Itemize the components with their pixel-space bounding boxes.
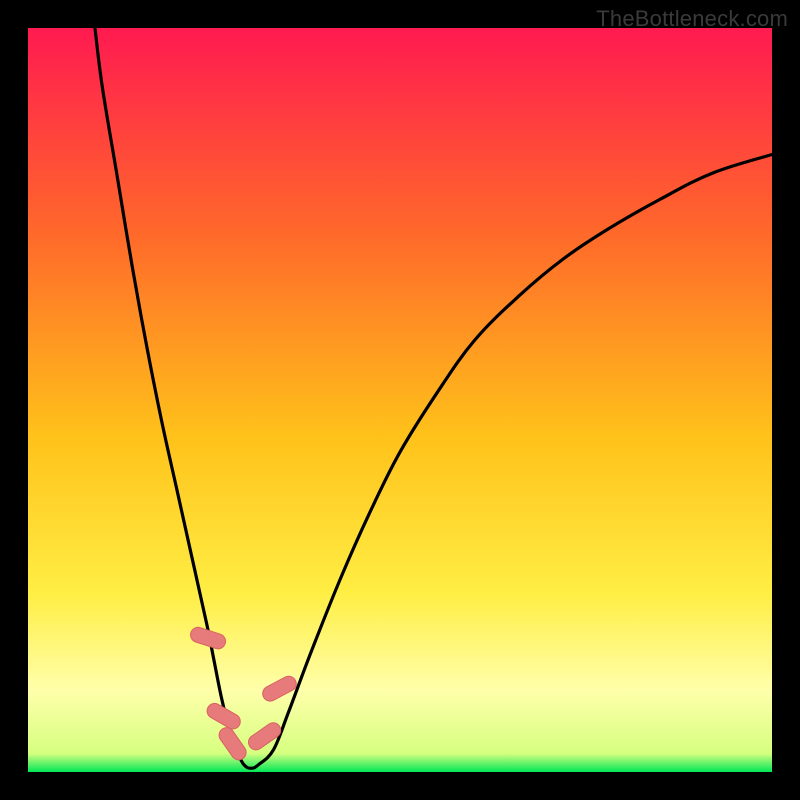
chart-frame xyxy=(28,28,772,772)
gradient-background xyxy=(28,28,772,772)
bottleneck-chart xyxy=(28,28,772,772)
plot-area xyxy=(28,28,772,772)
